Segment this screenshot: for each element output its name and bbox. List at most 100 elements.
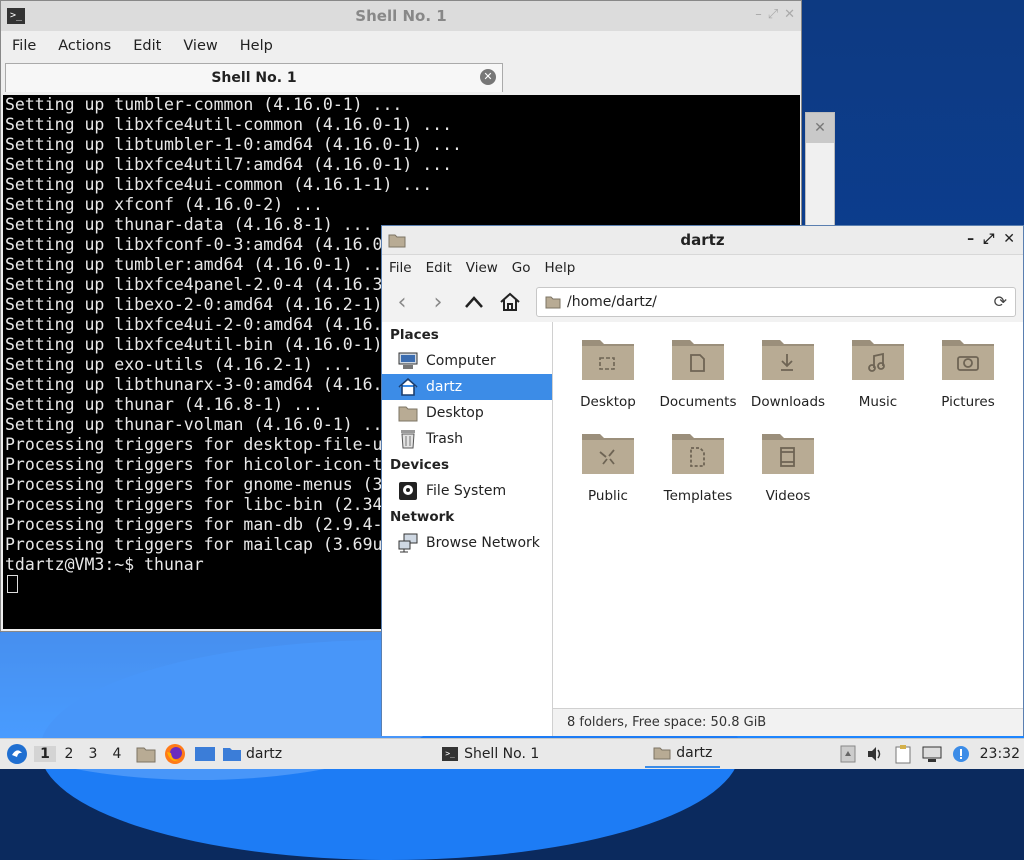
terminal-title: Shell No. 1	[355, 7, 447, 25]
sidebar-item-dartz[interactable]: dartz	[382, 374, 552, 400]
home-folder-icon	[545, 296, 561, 309]
trash-icon	[398, 429, 418, 449]
file-manager-toolbar: ‹ › /home/dartz/ ⟳	[382, 281, 1023, 323]
volume-icon[interactable]	[866, 745, 884, 763]
home-icon[interactable]	[494, 286, 526, 318]
documents-folder-icon	[672, 340, 724, 380]
taskbar: 1 2 3 4 dartz >_ Shell No. 1 dartz 23:32	[0, 738, 1024, 769]
menu-view[interactable]: View	[459, 260, 505, 276]
notification-icon[interactable]	[952, 745, 970, 763]
maximize-icon[interactable]: ⤢	[983, 231, 994, 247]
menu-file[interactable]: File	[1, 38, 47, 54]
terminal-line: Setting up xfconf (4.16.0-2) ...	[5, 195, 323, 214]
maximize-icon[interactable]: ⤢	[768, 7, 778, 22]
task-file-manager[interactable]: dartz	[645, 740, 721, 768]
sidebar-header-devices: Devices	[390, 457, 449, 473]
folder-public[interactable]: Public	[563, 428, 653, 504]
folder-pictures[interactable]: Pictures	[923, 334, 1013, 410]
terminal-tab[interactable]: Shell No. 1 ✕	[5, 63, 503, 92]
close-icon[interactable]: ✕	[1003, 231, 1015, 247]
desktop-folder-icon	[398, 403, 418, 423]
file-manager-window[interactable]: dartz – ⤢ ✕ File Edit View Go Help ‹ › /…	[381, 225, 1024, 736]
forward-icon[interactable]: ›	[422, 286, 454, 318]
file-manager-launcher-icon[interactable]	[136, 745, 156, 763]
reload-icon[interactable]: ⟳	[994, 292, 1007, 311]
folder-videos[interactable]: Videos	[743, 428, 833, 504]
home-icon	[398, 377, 418, 397]
sidebar-item-desktop[interactable]: Desktop	[382, 400, 552, 426]
public-folder-icon	[582, 434, 634, 474]
background-window[interactable]: ✕	[805, 112, 835, 226]
quick-task-dartz[interactable]: dartz	[222, 740, 282, 768]
folder-downloads[interactable]: Downloads	[743, 334, 833, 410]
file-manager-menubar: File Edit View Go Help	[382, 255, 1023, 281]
close-tab-icon[interactable]: ✕	[480, 69, 496, 85]
folder-label: Templates	[663, 488, 733, 504]
menu-help[interactable]: Help	[538, 260, 583, 276]
location-path: /home/dartz/	[567, 294, 657, 310]
computer-icon	[398, 351, 418, 371]
network-status-icon[interactable]	[922, 745, 942, 763]
folder-label: Pictures	[941, 394, 995, 410]
terminal-line: Setting up libxfce4ui-common (4.16.1-1) …	[5, 175, 433, 194]
menu-edit[interactable]: Edit	[419, 260, 459, 276]
videos-folder-icon	[762, 434, 814, 474]
folder-view[interactable]: Desktop Documents Downloads Music Pictures Pu…	[553, 322, 1023, 708]
menu-go[interactable]: Go	[505, 260, 538, 276]
status-bar: 8 folders, Free space: 50.8 GiB	[553, 708, 1023, 736]
menu-edit[interactable]: Edit	[122, 38, 172, 54]
folder-music[interactable]: Music	[833, 334, 923, 410]
terminal-line: Setting up tumbler-common (4.16.0-1) ...	[5, 95, 403, 114]
clock[interactable]: 23:32	[980, 746, 1020, 762]
terminal-icon: >_	[442, 747, 459, 761]
menu-file[interactable]: File	[382, 260, 419, 276]
sidebar-item-trash[interactable]: Trash	[382, 426, 552, 452]
workspace-1[interactable]: 1	[34, 746, 56, 762]
folder-documents[interactable]: Documents	[653, 334, 743, 410]
up-icon[interactable]	[458, 286, 490, 318]
sidebar: Places Computer dartz Desktop Trash Devi	[382, 322, 553, 736]
app-menu-icon[interactable]	[6, 743, 28, 765]
workspace-4[interactable]: 4	[106, 746, 128, 762]
downloads-folder-icon	[762, 340, 814, 380]
sidebar-item-computer[interactable]: Computer	[382, 348, 552, 374]
minimize-icon[interactable]: –	[755, 7, 762, 22]
menu-actions[interactable]: Actions	[47, 38, 122, 54]
menu-help[interactable]: Help	[229, 38, 284, 54]
update-notifier-icon[interactable]	[840, 745, 856, 763]
terminal-cursor	[7, 575, 18, 593]
pictures-folder-icon	[942, 340, 994, 380]
file-manager-titlebar[interactable]: dartz – ⤢ ✕	[382, 226, 1023, 255]
terminal-line: Setting up libxfce4util7:amd64 (4.16.0-1…	[5, 155, 453, 174]
workspace-2[interactable]: 2	[58, 746, 80, 762]
task-terminal[interactable]: >_ Shell No. 1	[442, 740, 539, 768]
close-icon[interactable]: ✕	[784, 7, 795, 22]
back-icon[interactable]: ‹	[386, 286, 418, 318]
folder-label: Desktop	[580, 394, 636, 410]
folder-icon	[223, 748, 241, 761]
folder-icon	[653, 747, 671, 760]
workspace-3[interactable]: 3	[82, 746, 104, 762]
desktop-folder-icon	[582, 340, 634, 380]
drive-icon	[398, 481, 418, 501]
firefox-icon[interactable]	[164, 743, 186, 765]
sidebar-item-browse-network[interactable]: Browse Network	[382, 530, 552, 556]
sidebar-item-file-system[interactable]: File System	[382, 478, 552, 504]
clipboard-icon[interactable]	[894, 744, 912, 764]
folder-templates[interactable]: Templates	[653, 428, 743, 504]
menu-view[interactable]: View	[172, 38, 228, 54]
location-bar[interactable]: /home/dartz/ ⟳	[536, 287, 1016, 317]
music-folder-icon	[852, 340, 904, 380]
show-desktop-icon[interactable]	[194, 745, 216, 763]
terminal-titlebar[interactable]: >_ Shell No. 1 – ⤢ ✕	[1, 1, 801, 31]
terminal-line: Setting up libtumbler-1-0:amd64 (4.16.0-…	[5, 135, 462, 154]
minimize-icon[interactable]: –	[967, 231, 974, 247]
sidebar-header-places: Places	[390, 327, 439, 343]
folder-label: Documents	[659, 394, 737, 410]
terminal-line: Setting up libxfce4util-common (4.16.0-1…	[5, 115, 453, 134]
close-icon[interactable]: ✕	[806, 113, 834, 143]
terminal-menubar: File Actions Edit View Help	[1, 31, 801, 61]
file-manager-title: dartz	[680, 231, 725, 249]
sidebar-header-network: Network	[390, 509, 455, 525]
folder-desktop[interactable]: Desktop	[563, 334, 653, 410]
